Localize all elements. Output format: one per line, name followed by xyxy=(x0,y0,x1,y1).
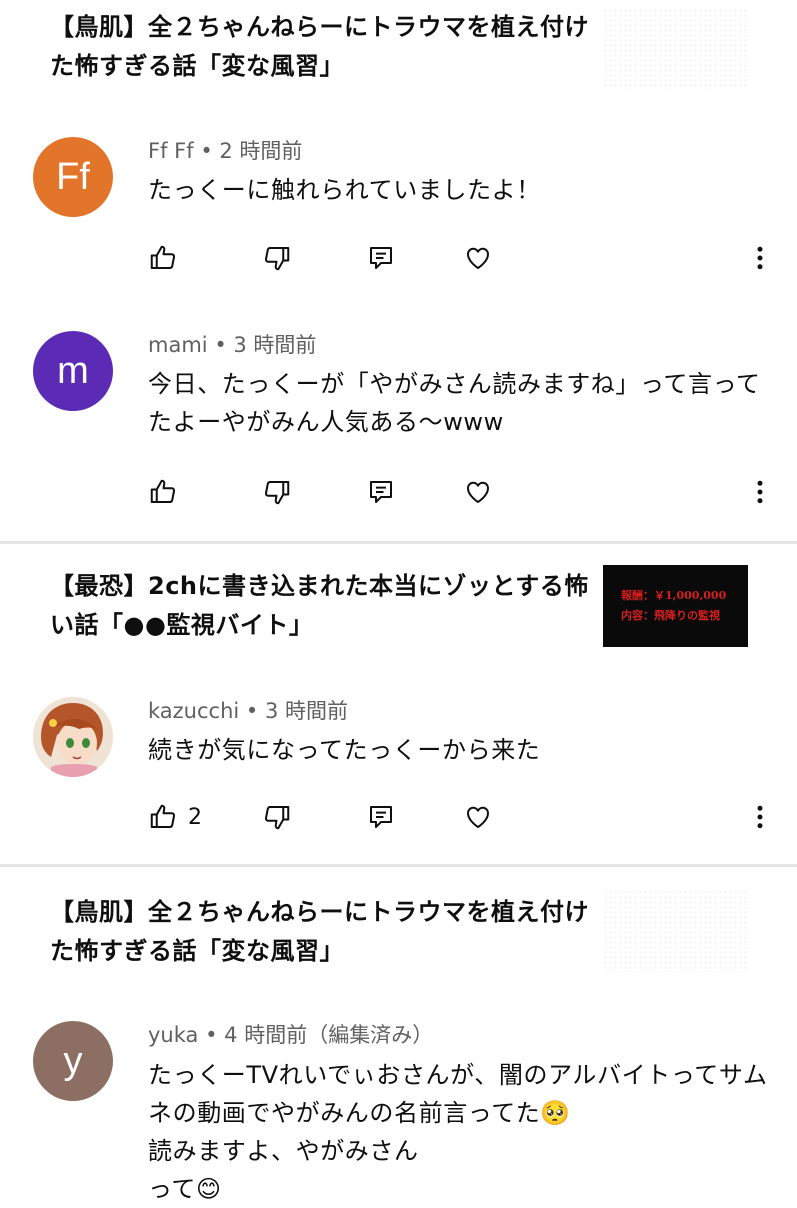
avatar[interactable]: Ff xyxy=(33,137,113,217)
avatar[interactable]: y xyxy=(33,1021,113,1101)
dislike-button[interactable] xyxy=(262,238,292,278)
more-vertical-icon xyxy=(757,480,763,504)
more-button[interactable] xyxy=(745,797,775,837)
comment-actions xyxy=(0,238,797,278)
thumbs-up-icon xyxy=(150,245,176,269)
comment-author[interactable]: kazucchi xyxy=(148,699,239,723)
comment-actions: 2 xyxy=(0,797,797,837)
comment-text: たっくーに触れられていましたよ！ xyxy=(148,176,541,204)
comment-actions xyxy=(0,472,797,512)
video-title[interactable]: 【鳥肌】全２ちゃんねらーにトラウマを植え付けた怖すぎる話「変な風習」 xyxy=(50,8,590,86)
section-divider xyxy=(0,541,797,544)
heart-icon xyxy=(467,806,489,828)
comment-time: 2 時間前 xyxy=(219,139,303,163)
reply-button[interactable] xyxy=(366,238,396,278)
meta-separator: • xyxy=(245,699,259,723)
avatar[interactable] xyxy=(33,697,113,777)
meta-separator: • xyxy=(214,333,227,357)
like-button[interactable]: 2 xyxy=(148,797,202,837)
reply-button[interactable] xyxy=(366,472,396,512)
thumbnail-text: 報酬：￥1,000,000 xyxy=(621,589,727,602)
heart-button[interactable] xyxy=(463,797,493,837)
thumbnail-text: 内容：飛降りの監視 xyxy=(621,609,720,622)
comment-meta: mami • 3 時間前 xyxy=(148,331,316,359)
avatar-letter: m xyxy=(57,349,89,392)
comment-meta: kazucchi • 3 時間前 xyxy=(148,697,348,725)
video-thumbnail[interactable]: 報酬：￥1,000,000 内容：飛降りの監視 xyxy=(603,565,748,647)
reply-comment-icon xyxy=(370,247,392,269)
dislike-button[interactable] xyxy=(262,472,292,512)
more-vertical-icon xyxy=(757,246,763,270)
reply-button[interactable] xyxy=(366,797,396,837)
comment-meta: yuka • 4 時間前（編集済み） xyxy=(148,1021,433,1049)
video-thumbnail[interactable] xyxy=(603,8,748,90)
section-divider xyxy=(0,864,797,867)
heart-button[interactable] xyxy=(463,238,493,278)
heart-icon xyxy=(467,247,489,269)
more-vertical-icon xyxy=(757,805,763,829)
more-button[interactable] xyxy=(745,472,775,512)
comment-time: 3 時間前 xyxy=(233,333,317,357)
comment-author[interactable]: Ff Ff xyxy=(148,139,194,163)
comment-author[interactable]: mami xyxy=(148,333,208,357)
meta-separator: • xyxy=(205,1023,218,1047)
like-button[interactable] xyxy=(148,238,178,278)
comment-time: 3 時間前 xyxy=(265,699,349,723)
like-count: 2 xyxy=(188,804,202,830)
like-button[interactable] xyxy=(148,472,178,512)
avatar-letter: y xyxy=(63,1039,83,1082)
avatar-letter: Ff xyxy=(56,155,90,198)
thumbs-down-icon xyxy=(264,806,290,830)
heart-icon xyxy=(467,481,489,503)
comment-text: たっくーTVれいでぃおさんが、闇のアルバイトってサムネの動画でやがみんの名前言っ… xyxy=(148,1061,768,1203)
video-title[interactable]: 【鳥肌】全２ちゃんねらーにトラウマを植え付けた怖すぎる話「変な風習」 xyxy=(50,893,590,971)
comment-text: 今日、たっくーが「やがみさん読みますね」って言ってたよーやがみん人気ある〜www xyxy=(148,370,761,436)
reply-comment-icon xyxy=(370,806,392,828)
thumbs-up-icon xyxy=(150,479,176,503)
thumbs-down-icon xyxy=(264,247,290,271)
dislike-button[interactable] xyxy=(262,797,292,837)
comment-text: 続きが気になってたっくーから来た xyxy=(148,736,541,764)
comment-meta: Ff Ff • 2 時間前 xyxy=(148,137,302,165)
thumbs-down-icon xyxy=(264,481,290,505)
meta-separator: • xyxy=(200,139,213,163)
more-button[interactable] xyxy=(745,238,775,278)
avatar[interactable]: m xyxy=(33,331,113,411)
reply-comment-icon xyxy=(370,481,392,503)
video-title[interactable]: 【最恐】2chに書き込まれた本当にゾッとする怖い話「●●監視バイト」 xyxy=(50,567,590,645)
comment-time: 4 時間前（編集済み） xyxy=(224,1023,434,1047)
comment-author[interactable]: yuka xyxy=(148,1023,198,1047)
heart-button[interactable] xyxy=(463,472,493,512)
thumbs-up-icon xyxy=(150,804,176,828)
video-thumbnail[interactable] xyxy=(603,890,748,972)
anime-character-avatar xyxy=(33,697,113,777)
